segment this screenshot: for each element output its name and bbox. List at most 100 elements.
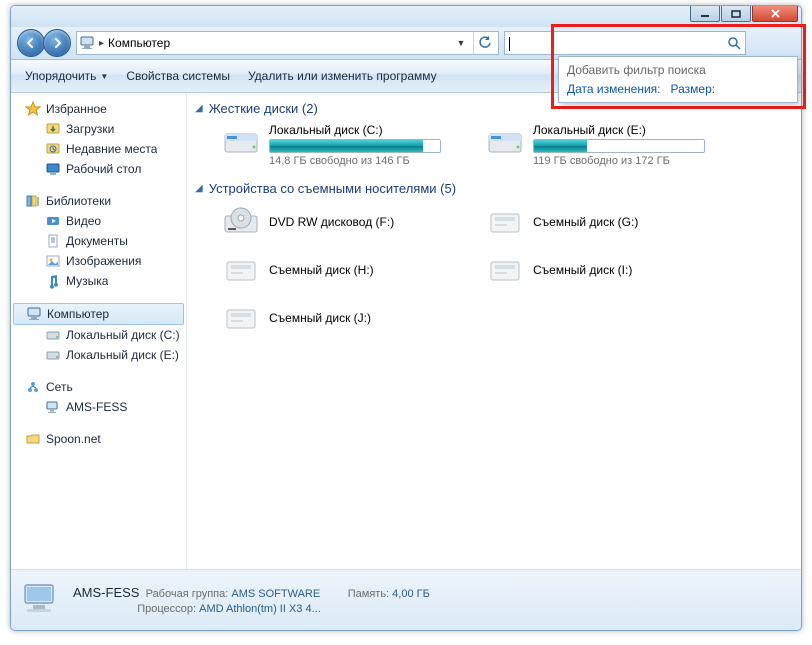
usage-bar xyxy=(533,139,705,153)
nav-label: Документы xyxy=(66,234,128,248)
navigation-pane: Избранное Загрузки Недавние места Рабочий с… xyxy=(11,93,187,569)
hdd-icon xyxy=(45,327,61,343)
drive-item[interactable]: Локальный диск (E:) 119 ГБ свободно из 1… xyxy=(485,122,735,167)
drive-name: Съемный диск (H:) xyxy=(269,263,374,277)
removable-icon xyxy=(485,202,525,242)
nav-image-item[interactable]: Изображения xyxy=(11,251,186,271)
details-cpu-value: AMD Athlon(tm) II X3 4... xyxy=(199,603,321,615)
nav-desktop-item[interactable]: Рабочий стол xyxy=(11,159,186,179)
address-bar[interactable]: ▸ Компьютер ▼ xyxy=(76,31,499,55)
maximize-button[interactable] xyxy=(721,6,751,22)
nav-label: AMS-FESS xyxy=(66,400,127,414)
downloads-icon xyxy=(45,121,61,137)
dvd-icon xyxy=(221,202,261,242)
nav-star[interactable]: Избранное xyxy=(11,99,186,119)
hdd-icon xyxy=(221,122,261,162)
removable-icon xyxy=(485,250,525,290)
chevron-down-icon[interactable]: ▼ xyxy=(453,38,469,48)
nav-label: Библиотеки xyxy=(46,194,111,208)
close-button[interactable] xyxy=(752,6,798,22)
nav-hdd-item[interactable]: Локальный диск (C:) xyxy=(11,325,186,345)
desktop-icon xyxy=(45,161,61,177)
organize-menu[interactable]: Упорядочить ▼ xyxy=(19,67,114,85)
nav-label: Локальный диск (C:) xyxy=(66,328,180,342)
drive-name: Съемный диск (I:) xyxy=(533,263,632,277)
nav-label: Сеть xyxy=(46,380,73,394)
nav-network[interactable]: Сеть xyxy=(11,377,186,397)
back-button[interactable] xyxy=(17,29,45,57)
search-box[interactable] xyxy=(504,31,746,55)
recent-icon xyxy=(45,141,61,157)
nav-label: Видео xyxy=(66,214,101,228)
section-header-hdd[interactable]: ◢ Жесткие диски (2) xyxy=(195,101,793,116)
document-icon xyxy=(45,233,61,249)
uninstall-change-program-button[interactable]: Удалить или изменить программу xyxy=(242,67,443,85)
video-icon xyxy=(45,213,61,229)
removable-item[interactable]: Съемный диск (G:) xyxy=(485,202,735,242)
removable-icon xyxy=(221,250,261,290)
nav-libraries[interactable]: Библиотеки xyxy=(11,191,186,211)
nav-label: Музыка xyxy=(66,274,108,288)
text-caret xyxy=(509,37,510,51)
details-workgroup-value: AMS SOFTWARE xyxy=(231,588,320,600)
removable-item[interactable]: Съемный диск (J:) xyxy=(221,298,471,338)
titlebar xyxy=(11,6,801,27)
drive-name: Локальный диск (E:) xyxy=(533,123,735,137)
refresh-button[interactable] xyxy=(473,32,496,54)
search-input[interactable] xyxy=(509,34,664,52)
removable-item[interactable]: Съемный диск (H:) xyxy=(221,250,471,290)
nav-video-item[interactable]: Видео xyxy=(11,211,186,231)
drive-name: Локальный диск (C:) xyxy=(269,123,471,137)
search-filter-link[interactable]: Размер: xyxy=(671,82,716,96)
search-filter-title: Добавить фильтр поиска xyxy=(567,63,789,77)
search-icon[interactable] xyxy=(727,36,741,50)
nav-folder[interactable]: Spoon.net xyxy=(11,429,186,449)
breadcrumb[interactable]: Компьютер xyxy=(108,36,449,50)
computer-large-icon xyxy=(21,579,63,621)
computer-icon xyxy=(26,306,42,322)
removable-item[interactable]: DVD RW дисковод (F:) xyxy=(221,202,471,242)
section-header-removable[interactable]: ◢ Устройства со съемными носителями (5) xyxy=(195,181,793,196)
nav-music-item[interactable]: Музыка xyxy=(11,271,186,291)
nav-label: Компьютер xyxy=(47,307,109,321)
usage-bar xyxy=(269,139,441,153)
star-icon xyxy=(25,101,41,117)
forward-button[interactable] xyxy=(43,29,71,57)
details-memory-label: Память: xyxy=(348,588,389,600)
nav-document-item[interactable]: Документы xyxy=(11,231,186,251)
details-cpu-label: Процессор: xyxy=(137,603,196,615)
organize-label: Упорядочить xyxy=(25,69,96,83)
system-properties-button[interactable]: Свойства системы xyxy=(120,67,236,85)
computer-icon xyxy=(79,35,95,51)
folder-icon xyxy=(25,431,41,447)
drive-name: Съемный диск (J:) xyxy=(269,311,371,325)
nav-computer[interactable]: Компьютер xyxy=(13,303,184,325)
nav-recent-item[interactable]: Недавние места xyxy=(11,139,186,159)
collapse-arrow-icon: ◢ xyxy=(195,103,203,114)
drive-item[interactable]: Локальный диск (C:) 14,8 ГБ свободно из … xyxy=(221,122,471,167)
removable-item[interactable]: Съемный диск (I:) xyxy=(485,250,735,290)
nav-label: Избранное xyxy=(46,102,107,116)
section-title: Устройства со съемными носителями (5) xyxy=(209,181,456,196)
nav-label: Недавние места xyxy=(66,142,157,156)
chevron-right-icon: ▸ xyxy=(99,38,104,49)
content-pane: ◢ Жесткие диски (2) Локальный диск (C:) … xyxy=(187,93,801,569)
nav-label: Изображения xyxy=(66,254,141,268)
hdd-grid: Локальный диск (C:) 14,8 ГБ свободно из … xyxy=(221,122,793,167)
minimize-button[interactable] xyxy=(690,6,720,22)
collapse-arrow-icon: ◢ xyxy=(195,183,203,194)
nav-label: Рабочий стол xyxy=(66,162,141,176)
details-pane: AMS-FESS Рабочая группа: AMS SOFTWARE Па… xyxy=(11,569,801,630)
details-workgroup-label: Рабочая группа: xyxy=(146,588,229,600)
search-filter-link[interactable]: Дата изменения: xyxy=(567,82,661,96)
hdd-icon xyxy=(485,122,525,162)
nav-hdd-item[interactable]: Локальный диск (E:) xyxy=(11,345,186,365)
nav-pc-item[interactable]: AMS-FESS xyxy=(11,397,186,417)
network-icon xyxy=(25,379,41,395)
usage-text: 14,8 ГБ свободно из 146 ГБ xyxy=(269,155,471,167)
drive-name: Съемный диск (G:) xyxy=(533,215,638,229)
music-icon xyxy=(45,273,61,289)
nav-downloads-item[interactable]: Загрузки xyxy=(11,119,186,139)
nav-label: Spoon.net xyxy=(46,432,101,446)
nav-label: Локальный диск (E:) xyxy=(66,348,179,362)
